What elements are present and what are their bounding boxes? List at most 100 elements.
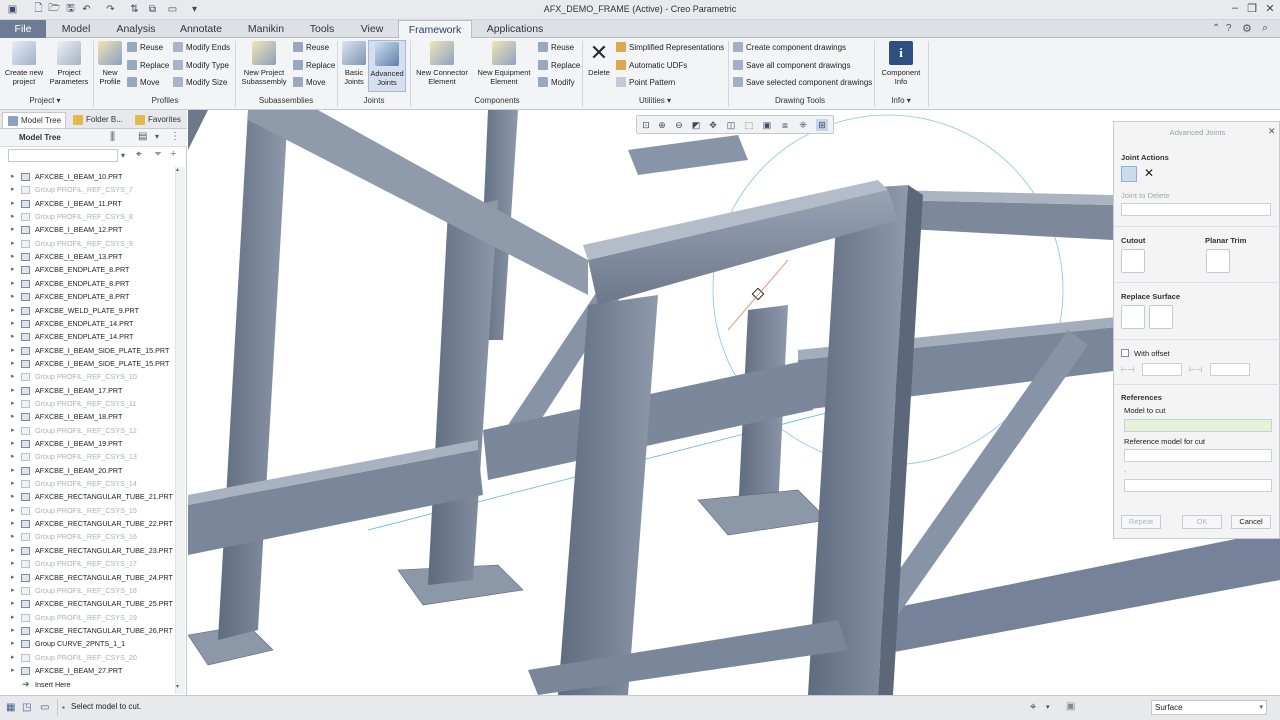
delete-button[interactable]: ✕ Delete [585, 41, 613, 78]
tree-item[interactable]: ▸ AFXCBE_I_BEAM_17.PRT [0, 384, 176, 397]
expand-arrow-icon[interactable]: ▸ [11, 530, 15, 543]
ok-button[interactable]: OK [1182, 515, 1222, 529]
tree-item[interactable]: ▸ AFXCBE_I_BEAM_19.PRT [0, 437, 176, 450]
expand-arrow-icon[interactable]: ▸ [11, 637, 15, 650]
group-label-info[interactable]: Info ▾ [881, 96, 921, 105]
expand-arrow-icon[interactable]: ▸ [11, 170, 15, 183]
expand-arrow-icon[interactable]: ▸ [11, 651, 15, 664]
replace-subassembly-button[interactable]: Replace [293, 59, 335, 73]
tab-tools[interactable]: Tools [300, 20, 344, 38]
tree-item[interactable]: ▸ Group PROFIL_REF_CSYS_8 [0, 210, 176, 223]
scroll-down-icon[interactable]: ▾ [176, 683, 179, 690]
expand-arrow-icon[interactable]: ▸ [11, 464, 15, 477]
advanced-joints-button[interactable]: Advanced Joints [368, 40, 406, 92]
tree-item[interactable]: ▸ AFXCBE_I_BEAM_20.PRT [0, 464, 176, 477]
new-profile-button[interactable]: New Profile [96, 41, 124, 86]
find-icon[interactable]: ⌖ [136, 149, 142, 160]
refit-icon[interactable]: ⊡ [640, 119, 652, 131]
expand-arrow-icon[interactable]: ▸ [11, 263, 15, 276]
tree-item[interactable]: ▸ Group PROFIL_REF_CSYS_12 [0, 424, 176, 437]
tree-item[interactable]: ▸ AFXCBE_RECTANGULAR_TUBE_22.PRT [0, 517, 176, 530]
expand-arrow-icon[interactable]: ▸ [11, 664, 15, 677]
restore-icon[interactable]: ❐ [1243, 2, 1261, 16]
tree-item[interactable]: ▸ Group PROFIL_REF_CSYS_16 [0, 530, 176, 543]
reference-model-field[interactable] [1124, 449, 1272, 462]
tab-applications[interactable]: Applications [478, 20, 552, 38]
create-new-project-button[interactable]: Create new project [3, 41, 45, 86]
cancel-button[interactable]: Cancel [1231, 515, 1271, 529]
expand-arrow-icon[interactable]: ▸ [11, 330, 15, 343]
tree-item[interactable]: ▸ AFXCBE_I_BEAM_27.PRT [0, 664, 176, 677]
replace-component-button[interactable]: Replace [538, 59, 580, 73]
scroll-up-icon[interactable]: ▴ [176, 166, 179, 173]
tree-item[interactable]: ▸ AFXCBE_I_BEAM_13.PRT [0, 250, 176, 263]
dialog-close-icon[interactable]: ✕ [1268, 126, 1276, 137]
help-icon[interactable]: ? [1226, 23, 1232, 34]
reuse-component-button[interactable]: Reuse [538, 41, 574, 55]
offset-1-field[interactable] [1142, 363, 1182, 376]
new-equipment-element-button[interactable]: New Equipment Element [474, 41, 534, 86]
model-to-cut-field[interactable] [1124, 419, 1272, 432]
tree-item[interactable]: ▸ AFXCBE_I_BEAM_11.PRT [0, 197, 176, 210]
tab-analysis[interactable]: Analysis [108, 20, 164, 38]
simplified-representations-button[interactable]: Simplified Representations [616, 41, 724, 55]
expand-arrow-icon[interactable]: ▸ [11, 571, 15, 584]
expand-arrow-icon[interactable]: ▸ [11, 210, 15, 223]
perspective-icon[interactable]: ⧈ [779, 119, 791, 131]
tree-item[interactable]: ▸ Group PROFIL_REF_CSYS_10 [0, 370, 176, 383]
tree-item[interactable]: ▸ Group CURVE_2PNTS_1_1 [0, 637, 176, 650]
find-binoculars-icon[interactable]: ⌖ [1030, 701, 1036, 714]
tree-item[interactable]: ▸ AFXCBE_I_BEAM_SIDE_PLATE_15.PRT [0, 357, 176, 370]
insert-here-row[interactable]: ➔ Insert Here [0, 678, 176, 691]
tree-item[interactable]: ▸ AFXCBE_ENDPLATE_8.PRT [0, 290, 176, 303]
replace-surface-button[interactable] [1121, 305, 1145, 329]
joint-to-delete-field[interactable] [1121, 203, 1271, 216]
expand-arrow-icon[interactable]: ▸ [11, 223, 15, 236]
tree-search-input[interactable] [8, 149, 118, 162]
tree-item[interactable]: ▸ AFXCBE_RECTANGULAR_TUBE_26.PRT [0, 624, 176, 637]
tree-item[interactable]: ▸ AFXCBE_ENDPLATE_8.PRT [0, 277, 176, 290]
expand-arrow-icon[interactable]: ▸ [11, 344, 15, 357]
expand-arrow-icon[interactable]: ▸ [11, 624, 15, 637]
tree-item[interactable]: ▸ AFXCBE_RECTANGULAR_TUBE_23.PRT [0, 544, 176, 557]
modify-ends-button[interactable]: Modify Ends [173, 41, 230, 55]
group-label-project[interactable]: Project ▾ [20, 96, 70, 105]
spin-center-icon[interactable]: ✥ [707, 119, 719, 131]
create-component-drawings-button[interactable]: Create component drawings [733, 41, 846, 55]
new-project-subassembly-button[interactable]: New Project Subassembly [238, 41, 290, 86]
expand-arrow-icon[interactable]: ▸ [11, 504, 15, 517]
tree-item[interactable]: ▸ AFXCBE_I_BEAM_18.PRT [0, 410, 176, 423]
tree-item[interactable]: ▸ AFXCBE_RECTANGULAR_TUBE_25.PRT [0, 597, 176, 610]
annotation-display-icon[interactable]: ⊞ [816, 119, 828, 131]
tab-annotate[interactable]: Annotate [170, 20, 232, 38]
settings-icon[interactable]: ⚙ [1242, 22, 1252, 35]
display-style-icon[interactable]: ◫ [725, 119, 737, 131]
tree-item[interactable]: ▸ AFXCBE_RECTANGULAR_TUBE_21.PRT [0, 490, 176, 503]
tree-item[interactable]: ▸ AFXCBE_ENDPLATE_14.PRT [0, 330, 176, 343]
expand-arrow-icon[interactable]: ▸ [11, 304, 15, 317]
tree-item[interactable]: ▸ AFXCBE_ENDPLATE_8.PRT [0, 263, 176, 276]
move-subassembly-button[interactable]: Move [293, 76, 326, 90]
expand-arrow-icon[interactable]: ▸ [11, 410, 15, 423]
expand-arrow-icon[interactable]: ▸ [11, 397, 15, 410]
replace-surface-alt-button[interactable] [1149, 305, 1173, 329]
toggle-navigator-icon[interactable]: ▦ [6, 702, 15, 713]
expand-arrow-icon[interactable]: ▸ [11, 424, 15, 437]
create-joint-button[interactable] [1121, 166, 1137, 182]
basic-joints-button[interactable]: Basic Joints [340, 41, 368, 86]
expand-arrow-icon[interactable]: ▸ [11, 477, 15, 490]
tree-item[interactable]: ▸ AFXCBE_WELD_PLATE_9.PRT [0, 304, 176, 317]
repeat-button[interactable]: Repeat [1121, 515, 1161, 529]
expand-arrow-icon[interactable]: ▸ [11, 384, 15, 397]
modify-type-button[interactable]: Modify Type [173, 59, 229, 73]
with-offset-checkbox[interactable] [1121, 349, 1129, 357]
modify-component-button[interactable]: Modify [538, 76, 575, 90]
expand-arrow-icon[interactable]: ▸ [11, 584, 15, 597]
tree-item[interactable]: ▸ Group PROFIL_REF_CSYS_15 [0, 504, 176, 517]
tree-item[interactable]: ▸ AFXCBE_RECTANGULAR_TUBE_24.PRT [0, 571, 176, 584]
expand-arrow-icon[interactable]: ▸ [11, 370, 15, 383]
extra-reference-field[interactable] [1124, 479, 1272, 492]
filter-icon[interactable]: ⏷ [154, 149, 162, 160]
expand-arrow-icon[interactable]: ▸ [11, 557, 15, 570]
tree-item[interactable]: ▸ AFXCBE_ENDPLATE_14.PRT [0, 317, 176, 330]
